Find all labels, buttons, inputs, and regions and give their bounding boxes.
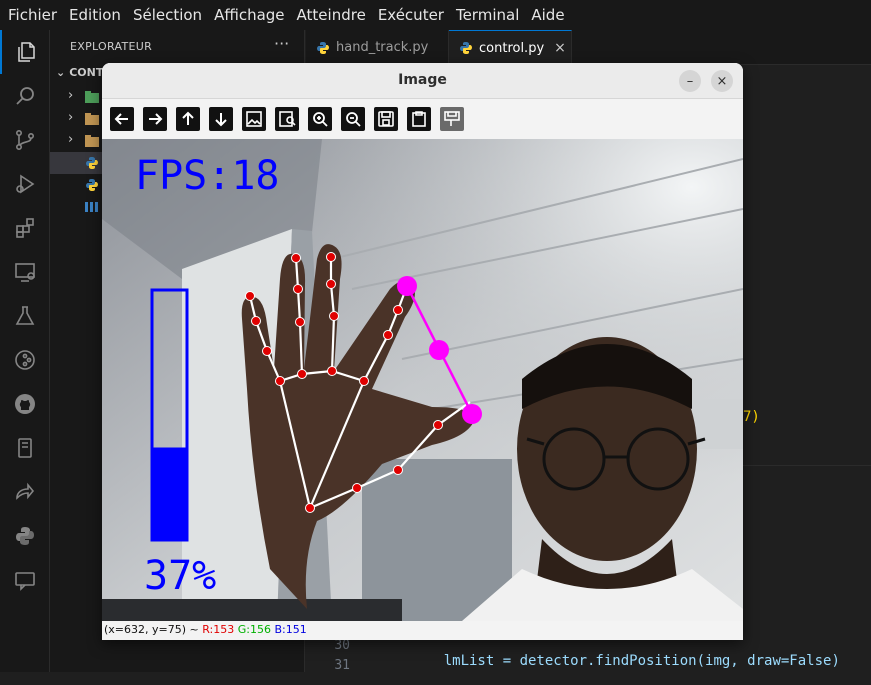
github-icon[interactable] [0,382,50,426]
tab-hand-track[interactable]: hand_track.py [306,30,449,65]
volume-bar-fill [152,447,187,540]
chevron-right-icon: › [68,132,74,147]
git-graph-icon[interactable] [0,338,50,382]
menu-selection[interactable]: Sélection [133,6,202,24]
menu-bar: Fichier Edition Sélection Affichage Atte… [0,0,871,30]
notebook-icon[interactable] [0,426,50,470]
landmark-point [359,376,369,386]
landmark-point [251,316,261,326]
camera-view[interactable]: FPS:18 37% [102,139,743,621]
tab-label: control.py [479,40,545,56]
landmark-point [329,311,339,321]
source-control-icon[interactable] [0,118,50,162]
remote-explorer-icon[interactable] [0,250,50,294]
folder-icon [85,113,99,125]
zoom-in-icon[interactable] [308,107,332,131]
python-file-icon [460,42,472,54]
arrow-down-icon[interactable] [209,107,233,131]
landmark-point [352,483,362,493]
testing-flask-icon[interactable] [0,294,50,338]
landmark-point [393,465,403,475]
cursor-coords: (x=632, y=75) ~ [104,623,199,636]
landmark-point [433,420,443,430]
close-tab-icon[interactable]: × [554,40,566,56]
window-titlebar[interactable]: Image – × [102,63,743,99]
line-number: 31 [334,658,350,673]
chevron-down-icon: ⌄ [56,66,66,79]
run-debug-icon[interactable] [0,162,50,206]
tab-label: hand_track.py [336,40,429,55]
pixel-info-statusbar: (x=632, y=75) ~ R:153 G:156 B:151 [102,621,743,640]
python-file-icon [86,179,98,191]
explorer-icon[interactable] [0,30,50,74]
python-file-icon [86,157,98,169]
close-window-button[interactable]: × [711,70,733,92]
explorer-folder-header[interactable]: ⌄ CONT [56,66,103,79]
image-window: Image – × FPS:18 37% (x=632, y=75) ~ R:1… [102,63,743,640]
minimize-button[interactable]: – [679,70,701,92]
fps-readout: FPS:18 [135,153,280,199]
menu-terminal[interactable]: Terminal [456,6,519,24]
search-icon[interactable] [0,74,50,118]
landmark-point [326,279,336,289]
pixel-blue-value: B:151 [274,623,307,636]
menu-edition[interactable]: Edition [69,6,121,24]
chevron-right-icon: › [68,88,74,103]
properties-icon[interactable] [440,107,464,131]
python-icon[interactable] [0,514,50,558]
image-icon[interactable] [242,107,266,131]
image-toolbar [102,99,743,139]
explorer-title: EXPLORATEUR [70,40,153,53]
landmark-point [291,253,301,263]
zoom-out-icon[interactable] [341,107,365,131]
more-actions-button[interactable]: ··· [274,34,289,53]
folder-icon [85,91,99,103]
live-share-icon[interactable] [0,470,50,514]
code-line-30: lmList = detector.findPosition(img, draw… [410,637,840,685]
menu-affichage[interactable]: Affichage [214,6,284,24]
activity-bar [0,30,50,672]
menu-executer[interactable]: Exécuter [378,6,444,24]
landmark-point [383,330,393,340]
landmark-point [262,346,272,356]
menu-aide[interactable]: Aide [531,6,564,24]
clipboard-icon[interactable] [407,107,431,131]
window-title: Image [398,72,447,88]
landmark-point [327,366,337,376]
background-wall [362,459,512,621]
arrow-left-icon[interactable] [110,107,134,131]
save-icon[interactable] [374,107,398,131]
landmark-point [326,252,336,262]
python-file-icon [317,41,329,54]
landmark-point [297,369,307,379]
landmark-point [305,503,315,513]
landmark-point [275,376,285,386]
pixel-green-value: G:156 [237,623,271,636]
code-text: lmList = detector.findPosition(img, draw… [443,653,840,669]
landmark-point [293,284,303,294]
extensions-icon[interactable] [0,206,50,250]
folder-name: CONT [69,66,104,79]
menu-atteindre[interactable]: Atteindre [297,6,366,24]
folder-icon [85,135,99,147]
shadow-floor [102,599,402,621]
menu-fichier[interactable]: Fichier [8,6,57,24]
chat-icon[interactable] [0,558,50,602]
pixel-red-value: R:153 [202,623,235,636]
tab-control[interactable]: control.py × [449,30,572,65]
landmark-point [393,305,403,315]
arrow-up-icon[interactable] [176,107,200,131]
chevron-right-icon: › [68,110,74,125]
volume-percent-text: 37% [144,553,216,599]
editor-tabs: hand_track.py control.py × [306,30,871,65]
landmark-point [295,317,305,327]
code-fragment: 7) [743,409,760,425]
arrow-right-icon[interactable] [143,107,167,131]
image-search-icon[interactable] [275,107,299,131]
landmark-point [245,291,255,301]
line-number: 30 [334,638,350,653]
pip-file-icon [85,202,98,212]
